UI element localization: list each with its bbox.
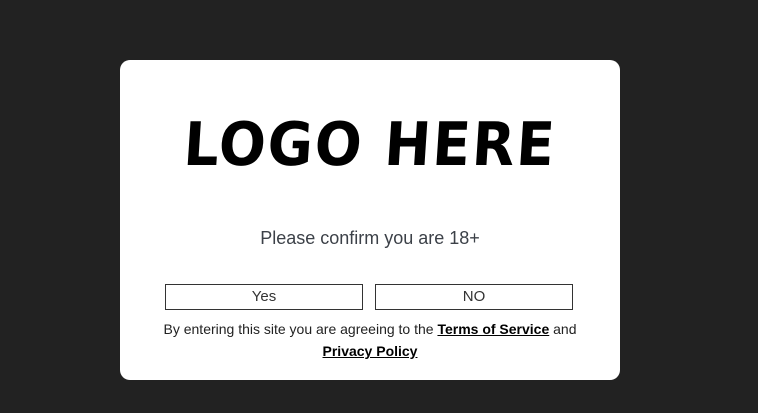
legal-prefix-text: By entering this site you are agreeing t… [163, 321, 434, 337]
page-backdrop: LOGO HERE Please confirm you are 18+ Yes… [0, 0, 758, 413]
no-button[interactable]: NO [375, 284, 573, 310]
privacy-policy-link[interactable]: Privacy Policy [323, 343, 418, 359]
age-verification-modal: LOGO HERE Please confirm you are 18+ Yes… [120, 60, 620, 380]
logo-placeholder: LOGO HERE [181, 110, 559, 180]
terms-of-service-link[interactable]: Terms of Service [437, 321, 549, 337]
age-confirm-prompt: Please confirm you are 18+ [260, 228, 480, 248]
yes-button[interactable]: Yes [165, 284, 363, 310]
legal-and-text: and [553, 321, 577, 337]
legal-notice: By entering this site you are agreeing t… [120, 318, 620, 362]
